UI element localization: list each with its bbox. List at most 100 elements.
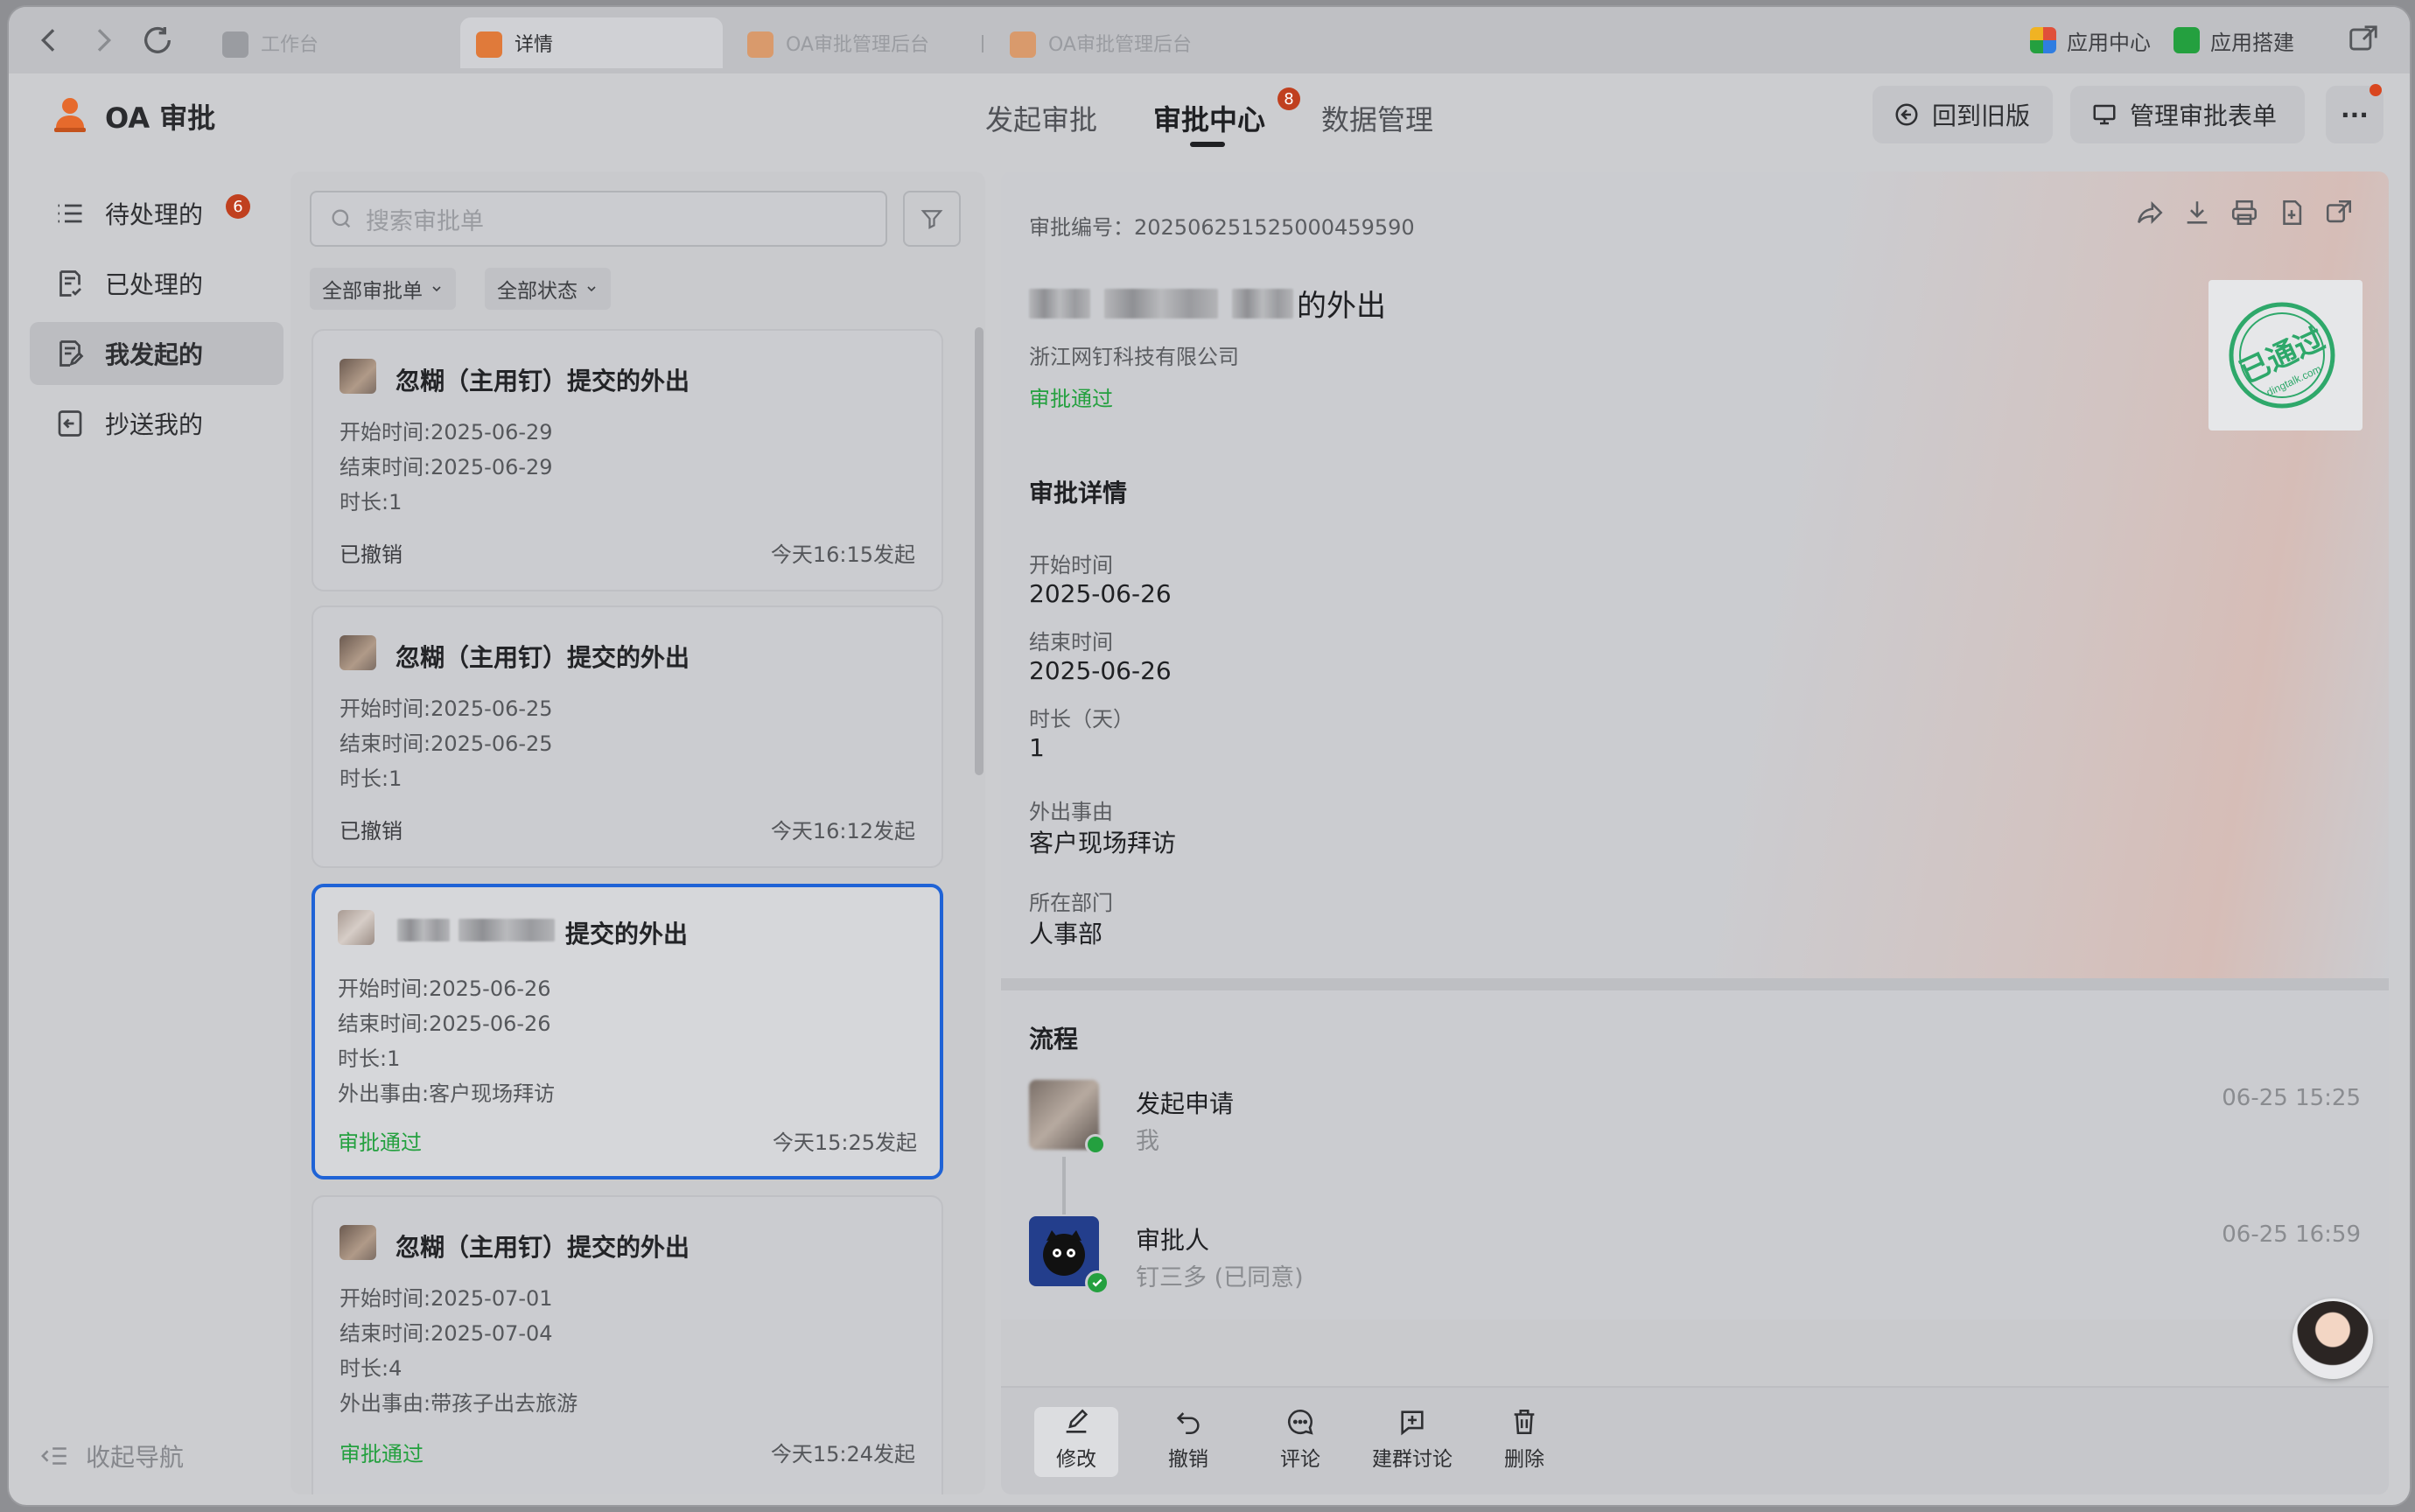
print-icon[interactable] — [2230, 198, 2259, 228]
approval-detail-panel: 审批编号：202506251525000459590 的外出 浙江网钉科技有限公… — [1001, 172, 2389, 1494]
filter-button[interactable] — [903, 191, 961, 247]
approval-number: 审批编号：202506251525000459590 — [1029, 215, 1415, 240]
refresh-icon[interactable] — [140, 23, 175, 58]
status-badge: 审批通过 — [340, 1442, 424, 1466]
sidebar-item-processed[interactable]: 已处理的 — [30, 252, 284, 315]
cc-icon — [58, 410, 82, 437]
field-start-time: 2025-06-26 — [1029, 579, 1172, 608]
flow-title: 流程 — [1029, 1025, 1079, 1054]
avatar — [340, 359, 376, 394]
approved-stamp-icon: 已通过 dingtalk.com — [2229, 302, 2335, 409]
detail-toolbar — [2135, 198, 2354, 228]
group-discuss-button[interactable]: 建群讨论 — [1360, 1407, 1465, 1477]
forward-icon[interactable] — [86, 23, 121, 58]
nav-badge: 8 — [1278, 88, 1300, 110]
list-scrollbar[interactable] — [975, 327, 984, 775]
status-badge: 审批通过 — [1029, 387, 1113, 411]
redacted-name — [458, 919, 555, 942]
list-icon — [58, 204, 82, 223]
approved-stamp: 已通过 dingtalk.com — [2208, 280, 2362, 430]
assistant-avatar[interactable] — [2292, 1298, 2373, 1379]
download-icon[interactable] — [2182, 198, 2212, 228]
delete-button[interactable]: 删除 — [1482, 1407, 1566, 1477]
oa-app-icon — [1010, 32, 1036, 58]
avatar — [340, 635, 376, 670]
field-duration: 1 — [1029, 733, 1045, 762]
status-badge: 审批通过 — [338, 1130, 422, 1155]
back-circle-icon — [1895, 103, 1918, 126]
chevron-down-icon — [432, 286, 441, 292]
collapse-nav-button[interactable]: 收起导航 — [40, 1438, 184, 1474]
app-window: 工作台 详情 OA审批管理后台 OA审批管理后台 应用中心 应用搭建 OA 审批… — [9, 7, 2410, 1505]
revoke-button[interactable]: 撤销 — [1146, 1407, 1230, 1477]
nav-active-indicator — [1190, 142, 1225, 147]
approval-type-dropdown[interactable]: 全部审批单 — [310, 268, 456, 310]
collapse-icon — [41, 1447, 66, 1465]
manage-forms-button[interactable]: 管理审批表单 — [2070, 86, 2305, 144]
redacted-name — [1029, 288, 1090, 318]
sidebar-item-cc[interactable]: 抄送我的 — [30, 392, 284, 455]
status-dot — [1085, 1134, 1106, 1155]
approval-list-panel: 搜索审批单 全部审批单 全部状态 忽糊（主用钉）提交的外出 开始时间:2025-… — [290, 172, 985, 1494]
nav-approval-center[interactable]: 审批中心 — [1153, 98, 1265, 138]
approval-card[interactable]: 忽糊（主用钉）提交的外出 开始时间:2025-06-29 结束时间:2025-0… — [312, 329, 943, 592]
notification-dot — [2370, 84, 2382, 96]
tab-workbench[interactable]: 工作台 — [206, 18, 452, 68]
detail-section-title: 审批详情 — [1029, 479, 1128, 508]
monitor-icon — [2093, 104, 2116, 125]
app-builder-icon — [2174, 27, 2200, 53]
back-icon[interactable] — [32, 23, 66, 58]
section-divider — [1001, 978, 2389, 990]
status-dropdown[interactable]: 全部状态 — [485, 268, 611, 310]
flow-section: 流程 发起申请 我 06-25 15:25 审批人 钉三多 (已同意) 06-2… — [1001, 990, 2389, 1320]
delete-icon — [1514, 1409, 1535, 1435]
app-center-link[interactable]: 应用中心 — [2030, 19, 2151, 61]
nav-data-management[interactable]: 数据管理 — [1321, 98, 1433, 138]
new-window-icon[interactable] — [2347, 23, 2382, 58]
approval-card-selected[interactable]: 提交的外出 开始时间:2025-06-26 结束时间:2025-06-26 时长… — [312, 884, 943, 1180]
field-reason: 客户现场拜访 — [1029, 829, 1177, 858]
comment-button[interactable]: 评论 — [1258, 1407, 1342, 1477]
flow-connector — [1062, 1157, 1066, 1214]
edit-button[interactable]: 修改 — [1034, 1407, 1118, 1477]
oa-app-icon — [476, 32, 502, 58]
chevron-down-icon — [587, 286, 596, 292]
comment-icon — [1288, 1409, 1313, 1435]
flow-step-sub: 钉三多 (已同意) — [1136, 1264, 1304, 1292]
search-input[interactable]: 搜索审批单 — [310, 191, 887, 247]
group-discuss-icon — [1401, 1410, 1424, 1436]
tab-separator — [982, 35, 984, 52]
undo-icon — [1176, 1412, 1200, 1435]
tab-oa-admin-2[interactable]: OA审批管理后台 — [994, 18, 1256, 68]
open-window-icon[interactable] — [2324, 198, 2354, 228]
redacted-name — [1104, 288, 1218, 318]
oa-logo-icon — [49, 93, 91, 135]
flow-step-title: 审批人 — [1136, 1226, 1210, 1255]
browser-tab-bar: 工作台 详情 OA审批管理后台 OA审批管理后台 应用中心 应用搭建 — [9, 7, 2410, 74]
initiated-icon — [60, 340, 84, 367]
app-builder-link[interactable]: 应用搭建 — [2174, 19, 2294, 61]
approval-card[interactable]: 忽糊（主用钉）提交的外出 开始时间:2025-06-25 结束时间:2025-0… — [312, 606, 943, 868]
back-to-old-button[interactable]: 回到旧版 — [1872, 86, 2053, 144]
nav-start-approval[interactable]: 发起审批 — [985, 98, 1097, 138]
export-file-icon[interactable] — [2277, 198, 2306, 228]
tab-detail[interactable]: 详情 — [460, 18, 723, 68]
company-name: 浙江网钉科技有限公司 — [1029, 345, 1239, 369]
workbench-icon — [222, 32, 248, 58]
approval-card[interactable]: 忽糊（主用钉）提交的外出 开始时间:2025-07-01 结束时间:2025-0… — [312, 1195, 943, 1494]
tab-oa-admin-1[interactable]: OA审批管理后台 — [732, 18, 994, 68]
status-badge: 已撤销 — [340, 542, 402, 567]
approved-check-icon — [1085, 1270, 1110, 1295]
status-badge: 已撤销 — [340, 819, 402, 844]
redacted-name — [1232, 288, 1293, 318]
field-end-time: 2025-06-26 — [1029, 656, 1172, 685]
pending-count-badge: 6 — [226, 194, 250, 219]
sidebar-item-initiated[interactable]: 我发起的 — [30, 322, 284, 385]
flow-step-time: 06-25 16:59 — [2222, 1222, 2361, 1248]
app-center-icon — [2030, 27, 2056, 53]
flow-step-sub: 我 — [1136, 1128, 1159, 1155]
action-bar: 修改 撤销 评论 建群讨论 删除 — [1001, 1386, 2389, 1494]
flow-step-title: 发起申请 — [1136, 1089, 1235, 1118]
avatar — [340, 1225, 376, 1260]
share-icon[interactable] — [2135, 198, 2165, 228]
